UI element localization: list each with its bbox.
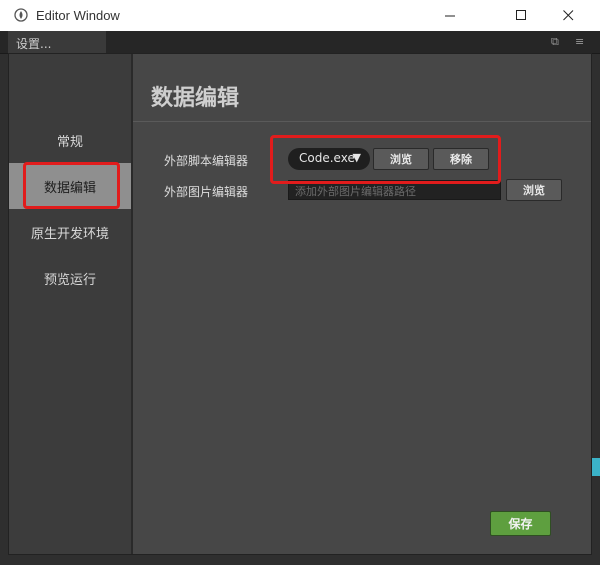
panel-popout-icon[interactable]: ⧉ — [551, 35, 559, 49]
sidebar-item-preview-run[interactable]: 预览运行 — [9, 255, 131, 301]
script-editor-select[interactable]: Code.exe ▼ — [288, 148, 370, 170]
script-editor-value: Code.exe — [299, 151, 355, 165]
app-logo-icon — [14, 8, 28, 22]
panel-menu-icon[interactable]: ≡ — [575, 35, 584, 48]
close-button[interactable] — [545, 0, 591, 31]
window-title: Editor Window — [36, 8, 120, 23]
page-title: 数据编辑 — [151, 86, 240, 111]
maximize-button[interactable] — [498, 0, 544, 31]
window-titlebar[interactable]: Editor Window — [0, 0, 600, 31]
close-icon — [562, 10, 573, 21]
settings-sidebar: 常规 数据编辑 原生开发环境 预览运行 — [9, 54, 133, 554]
settings-dialog: 常规 数据编辑 原生开发环境 预览运行 数据编辑 外部脚本编辑器 Code.ex… — [8, 53, 592, 555]
settings-content: 数据编辑 外部脚本编辑器 Code.exe ▼ 浏览 移除 外部图片编辑器 添加… — [133, 54, 591, 554]
sidebar-item-label: 数据编辑 — [43, 180, 96, 196]
divider — [133, 121, 591, 122]
script-editor-label: 外部脚本编辑器 — [164, 154, 249, 168]
image-browse-button[interactable]: 浏览 — [506, 179, 562, 201]
maximize-icon — [515, 10, 526, 20]
script-browse-button[interactable]: 浏览 — [373, 148, 429, 170]
minimize-button[interactable] — [427, 0, 473, 31]
sidebar-item-label: 常规 — [56, 134, 83, 150]
dropdown-arrow-icon: ▼ — [352, 151, 361, 164]
sidebar-item-label: 原生开发环境 — [30, 226, 109, 242]
settings-tab[interactable]: 设置... — [8, 31, 106, 53]
script-remove-button[interactable]: 移除 — [433, 148, 489, 170]
sidebar-item-native-env[interactable]: 原生开发环境 — [9, 209, 131, 255]
image-editor-path-input[interactable]: 添加外部图片编辑器路径 — [288, 180, 501, 200]
minimize-icon — [444, 15, 455, 17]
sidebar-item-general[interactable]: 常规 — [9, 117, 131, 163]
sidebar-item-data-editing[interactable]: 数据编辑 — [9, 163, 131, 209]
save-button[interactable]: 保存 — [490, 511, 551, 536]
sidebar-item-label: 预览运行 — [43, 272, 96, 288]
scene-edge — [592, 458, 600, 476]
image-editor-label: 外部图片编辑器 — [164, 185, 249, 199]
